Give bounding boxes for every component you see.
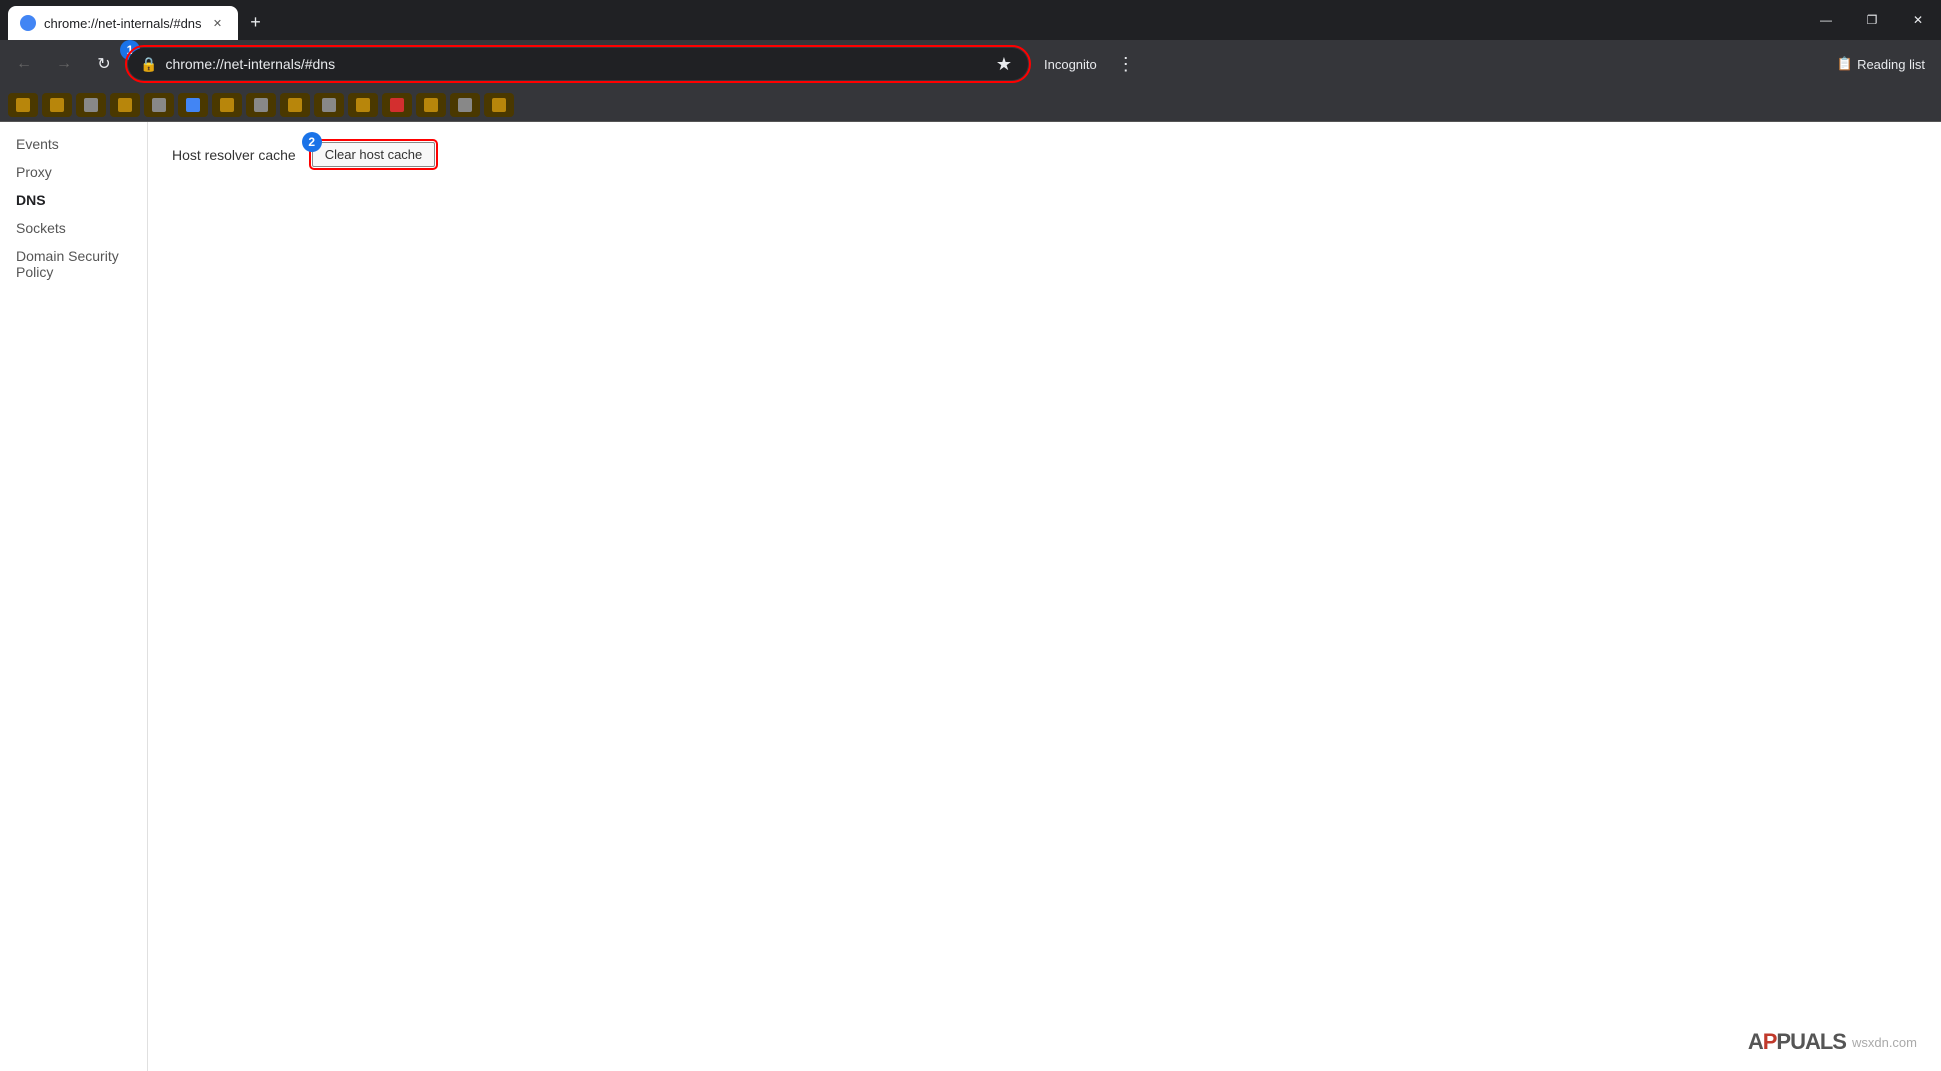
bookmark-13[interactable]	[416, 93, 446, 117]
sidebar-item-domain-security-policy[interactable]: Domain Security Policy	[0, 242, 147, 286]
bookmark-4[interactable]	[110, 93, 140, 117]
bookmark-favicon-2	[50, 98, 64, 112]
sidebar-item-sockets[interactable]: Sockets	[0, 214, 147, 242]
forward-button[interactable]: →	[48, 48, 80, 80]
sidebar-item-proxy[interactable]: Proxy	[0, 158, 147, 186]
bookmark-favicon-1	[16, 98, 30, 112]
bookmark-favicon-15	[492, 98, 506, 112]
bookmark-favicon-7	[220, 98, 234, 112]
bookmark-favicon-8	[254, 98, 268, 112]
bookmark-star-icon[interactable]: ★	[992, 50, 1016, 79]
back-button[interactable]: ←	[8, 48, 40, 80]
close-button[interactable]: ✕	[1895, 0, 1941, 40]
bookmark-favicon-10	[322, 98, 336, 112]
clear-cache-btn-wrapper: 2 Clear host cache	[312, 142, 436, 167]
tab-close-button[interactable]: ✕	[210, 15, 226, 31]
lock-icon: 🔒	[140, 56, 157, 73]
watermark-site: wsxdn.com	[1852, 1035, 1917, 1050]
step-badge-2: 2	[302, 132, 322, 152]
bookmark-favicon-11	[356, 98, 370, 112]
bookmark-favicon-5	[152, 98, 166, 112]
browser-menu-button[interactable]: ⋮	[1113, 50, 1139, 79]
clear-host-cache-button[interactable]: Clear host cache	[312, 142, 436, 167]
host-resolver-label: Host resolver cache	[172, 147, 296, 163]
reading-list-label: Reading list	[1857, 57, 1925, 72]
watermark: APPUALS wsxdn.com	[1748, 1029, 1917, 1055]
tab-title: chrome://net-internals/#dns	[44, 16, 202, 31]
address-input[interactable]	[165, 56, 983, 72]
sidebar: Events Proxy DNS Sockets Domain Security…	[0, 122, 148, 1071]
main-content: Host resolver cache 2 Clear host cache A…	[148, 122, 1941, 1071]
address-bar-wrapper: 1 🔒 ★	[128, 48, 1028, 80]
bookmark-9[interactable]	[280, 93, 310, 117]
restore-button[interactable]: ❐	[1849, 0, 1895, 40]
bookmark-favicon-3	[84, 98, 98, 112]
bookmark-12[interactable]	[382, 93, 412, 117]
new-tab-button[interactable]: +	[242, 8, 270, 36]
bookmark-favicon-9	[288, 98, 302, 112]
bookmark-favicon-4	[118, 98, 132, 112]
browser-content: Events Proxy DNS Sockets Domain Security…	[0, 122, 1941, 1071]
sidebar-item-dns[interactable]: DNS	[0, 186, 147, 214]
dns-row: Host resolver cache 2 Clear host cache	[172, 142, 1917, 167]
bookmark-14[interactable]	[450, 93, 480, 117]
browser-toolbar: ← → ↻ 1 🔒 ★ Incognito ⋮ 📋 Reading list	[0, 40, 1941, 88]
bookmark-1[interactable]	[8, 93, 38, 117]
bookmark-favicon-13	[424, 98, 438, 112]
bookmarks-bar	[0, 88, 1941, 122]
refresh-button[interactable]: ↻	[88, 48, 120, 80]
window-controls: — ❐ ✕	[1803, 0, 1941, 40]
bookmark-11[interactable]	[348, 93, 378, 117]
incognito-indicator: Incognito	[1036, 57, 1105, 72]
address-bar[interactable]: 🔒 ★	[128, 48, 1028, 80]
tab-favicon-icon	[20, 15, 36, 31]
incognito-label: Incognito	[1044, 57, 1097, 72]
bookmark-favicon-14	[458, 98, 472, 112]
bookmark-7[interactable]	[212, 93, 242, 117]
sidebar-item-events[interactable]: Events	[0, 130, 147, 158]
bookmark-2[interactable]	[42, 93, 72, 117]
bookmark-3[interactable]	[76, 93, 106, 117]
bookmark-6[interactable]	[178, 93, 208, 117]
bookmark-10[interactable]	[314, 93, 344, 117]
bookmark-15[interactable]	[484, 93, 514, 117]
bookmark-favicon-6	[186, 98, 200, 112]
appuals-logo: APPUALS	[1748, 1029, 1846, 1055]
bookmark-favicon-12	[390, 98, 404, 112]
bookmark-8[interactable]	[246, 93, 276, 117]
title-bar: chrome://net-internals/#dns ✕ + — ❐ ✕	[0, 0, 1941, 40]
reading-list-icon: 📋	[1837, 56, 1853, 72]
reading-list-button[interactable]: 📋 Reading list	[1829, 56, 1933, 72]
browser-tab[interactable]: chrome://net-internals/#dns ✕	[8, 6, 238, 40]
bookmark-5[interactable]	[144, 93, 174, 117]
minimize-button[interactable]: —	[1803, 0, 1849, 40]
